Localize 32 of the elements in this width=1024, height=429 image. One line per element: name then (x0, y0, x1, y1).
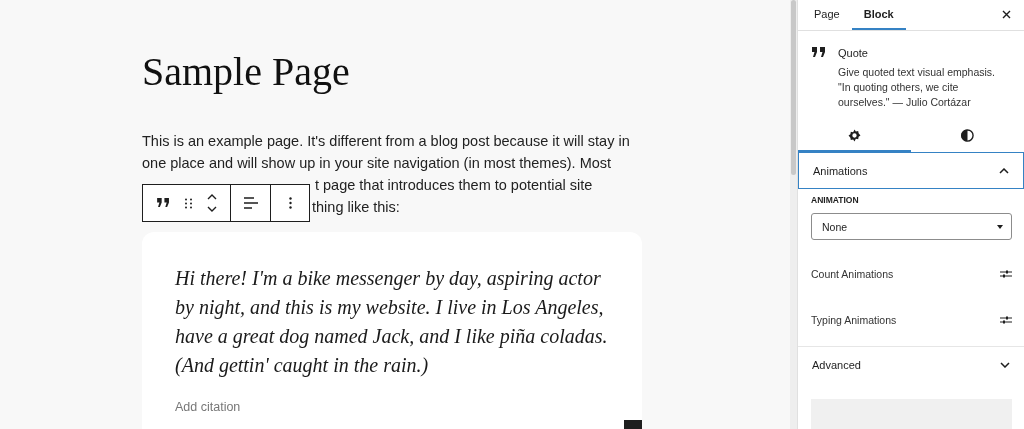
sliders-icon (1000, 269, 1012, 279)
paragraph-line: one place and will show up in your site navigation (in most themes). Most (142, 154, 612, 173)
paragraph-line: thing like this: (312, 198, 400, 217)
quote-icon (812, 46, 826, 58)
close-icon (1001, 10, 1011, 20)
sidebar-tab[interactable]: Block (851, 0, 906, 30)
block-title: Quote (838, 46, 869, 59)
page-title: Sample Page (142, 48, 351, 96)
align-icon[interactable] (243, 197, 258, 209)
half-circle-icon (961, 129, 974, 143)
move-arrows-icon[interactable] (206, 194, 217, 212)
sliders-icon (1000, 315, 1012, 325)
chevron-up-icon (999, 167, 1009, 174)
dark-marker (624, 420, 642, 429)
paragraph-line: This is an example page. It's different from a blog post because it will stay in (142, 132, 630, 151)
animation-option[interactable]: Count Animations (811, 262, 1012, 286)
drag-handle-icon[interactable] (184, 197, 192, 209)
sidebar-tab[interactable]: Page (802, 0, 852, 30)
citation-field[interactable]: Add citation (175, 400, 241, 414)
animation-select[interactable]: None (811, 213, 1012, 240)
chevron-down-icon (1000, 362, 1010, 368)
scrollbar-thumb[interactable] (791, 0, 796, 175)
panel-header[interactable]: Animations (798, 152, 1024, 189)
settings-icon (848, 129, 861, 143)
animation-option[interactable]: Typing Animations (811, 308, 1012, 332)
field-label: ANIMATION (811, 195, 860, 205)
more-options-icon[interactable] (288, 197, 292, 209)
paragraph-line: t page that introduces them to potential site (315, 176, 593, 195)
block-description: Give quoted text visual emphasis. "In quoting others, we cite ourselves." — Julio Cortázar (838, 64, 996, 110)
quote-icon[interactable] (156, 198, 170, 208)
quote-text: Hi there! I'm a bike messenger by day, aspiring actor by night, and this is my website. I live in Los Angeles, have a great dog named Jack, and I like piña coladas. (And gettin' caught in the rain.) (175, 266, 608, 379)
dropdown-arrow-icon (997, 224, 1003, 229)
